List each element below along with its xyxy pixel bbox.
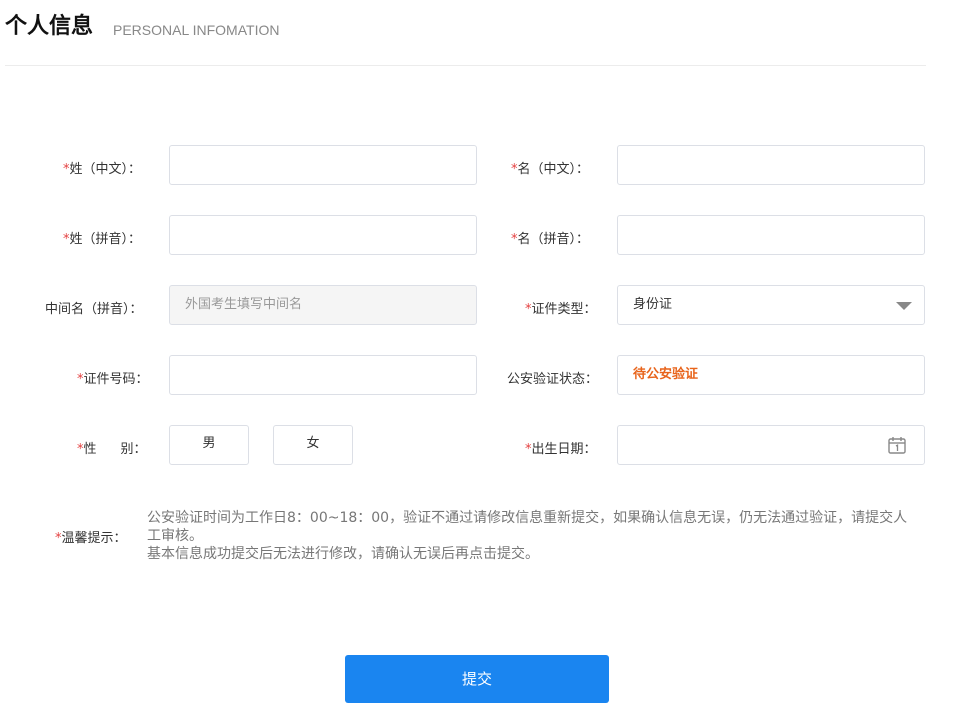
- page-title: 个人信息: [5, 14, 94, 39]
- id-type-value: 身份证: [633, 297, 673, 312]
- birth-date-label: *出生日期：: [525, 442, 597, 457]
- header-divider: [5, 65, 926, 66]
- tips-label: *温馨提示：: [55, 531, 127, 546]
- gender-female-button[interactable]: 女: [273, 425, 353, 465]
- surname-cn-input[interactable]: [169, 145, 477, 185]
- given-cn-label: *名（中文）：: [511, 162, 590, 177]
- gender-male-button[interactable]: 男: [169, 425, 249, 465]
- page-subtitle: PERSONAL INFOMATION: [113, 22, 280, 38]
- middle-name-input[interactable]: 外国考生填写中间名: [169, 285, 477, 325]
- id-type-label: *证件类型：: [525, 302, 597, 317]
- chevron-down-icon[interactable]: [896, 302, 912, 310]
- surname-py-input[interactable]: [169, 215, 477, 255]
- tips-text: 公安验证时间为工作日8：00~18：00，验证不通过请修改信息重新提交，如果确认…: [147, 509, 917, 563]
- middle-name-label: 中间名（拼音）：: [45, 302, 143, 317]
- police-status-label: 公安验证状态：: [507, 372, 599, 387]
- id-number-label: *证件号码：: [77, 372, 149, 387]
- tips-line-1: 公安验证时间为工作日8：00~18：00，验证不通过请修改信息重新提交，如果确认…: [147, 510, 908, 544]
- surname-py-label: *姓（拼音）：: [63, 232, 142, 247]
- given-py-label: *名（拼音）：: [511, 232, 590, 247]
- gender-label: *性 别：: [77, 442, 147, 457]
- given-cn-input[interactable]: [617, 145, 925, 185]
- id-number-input[interactable]: [169, 355, 477, 395]
- given-py-input[interactable]: [617, 215, 925, 255]
- tips-line-2: 基本信息成功提交后无法进行修改，请确认无误后再点击提交。: [147, 546, 539, 562]
- birth-date-input[interactable]: [617, 425, 925, 465]
- calendar-icon[interactable]: [887, 435, 907, 455]
- id-type-select[interactable]: 身份证: [617, 285, 925, 325]
- police-status-field: 待公安验证: [617, 355, 925, 395]
- surname-cn-label: *姓（中文）：: [63, 162, 142, 177]
- submit-button[interactable]: 提交: [345, 655, 609, 703]
